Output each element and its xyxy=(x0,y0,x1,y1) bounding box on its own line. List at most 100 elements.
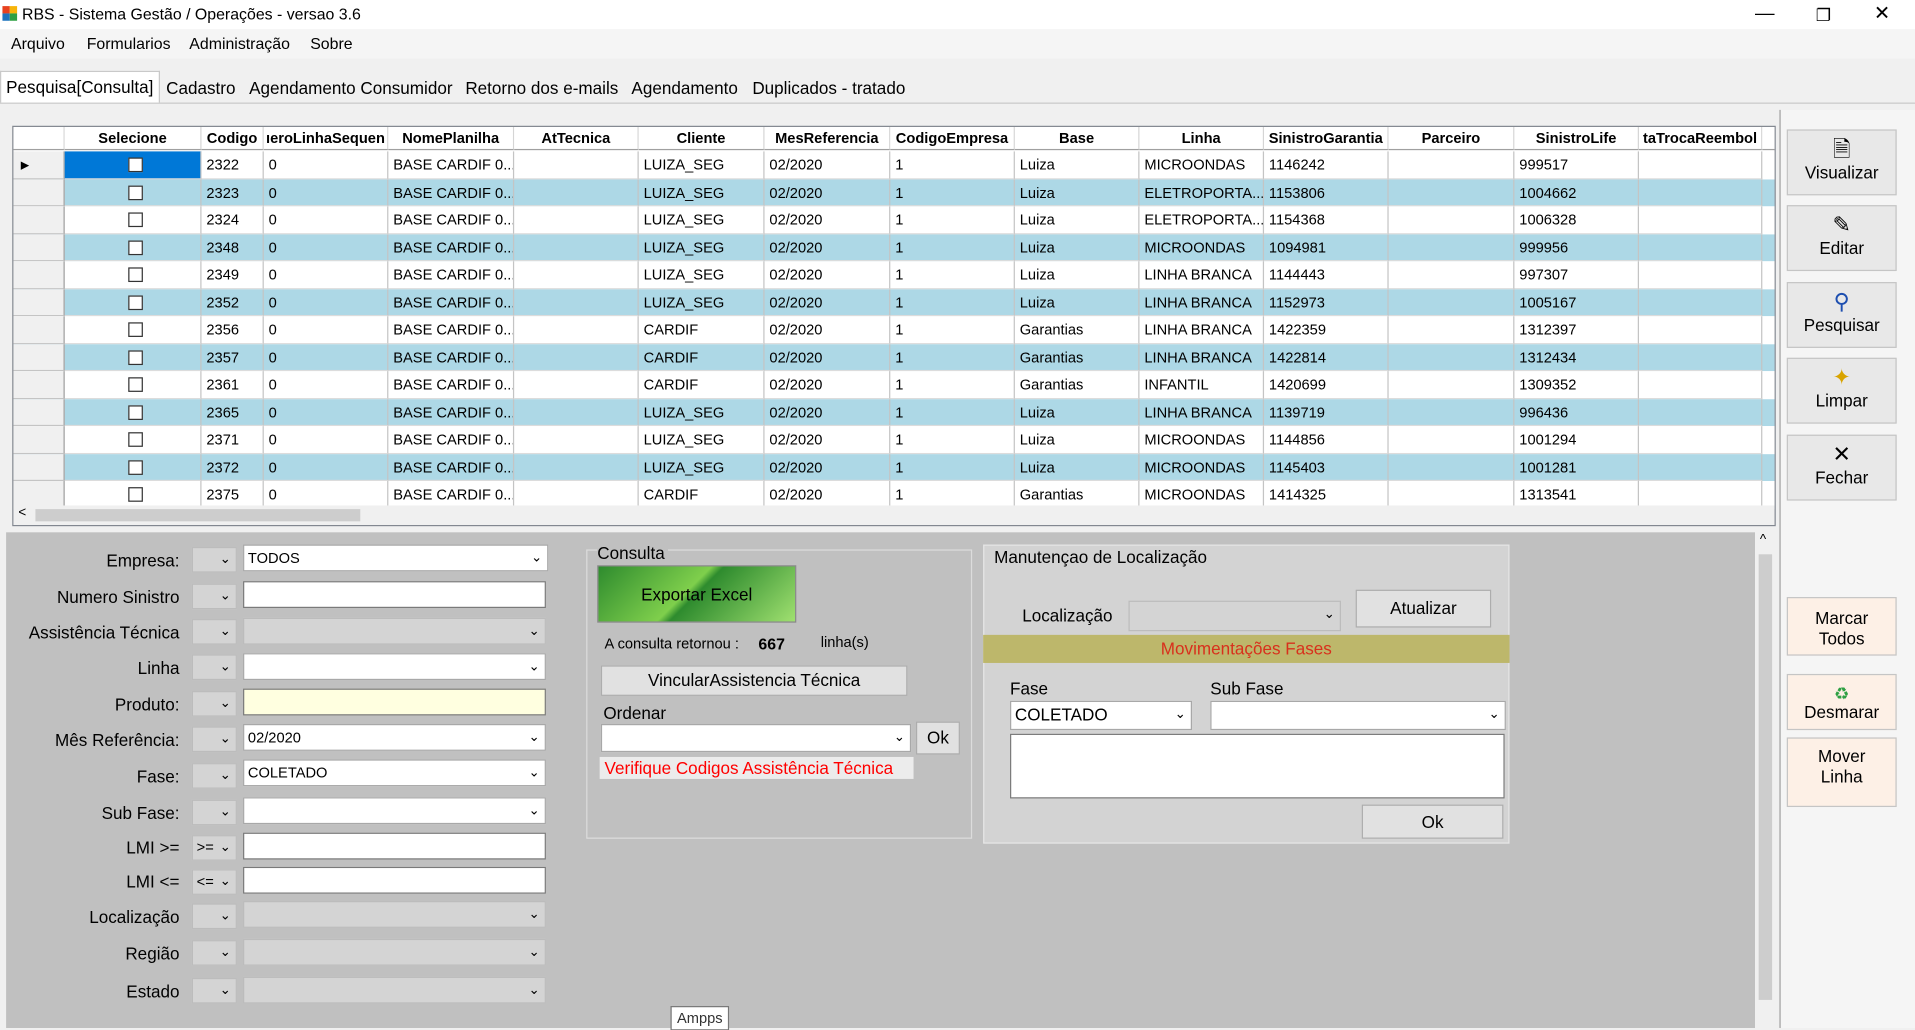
table-cell[interactable] xyxy=(514,343,639,372)
table-cell[interactable]: Luiza xyxy=(1014,261,1140,289)
table-cell[interactable] xyxy=(514,316,639,344)
table-cell[interactable]: 1313541 xyxy=(1514,481,1639,509)
table-cell[interactable]: 1312397 xyxy=(1514,316,1639,344)
column-header[interactable]: SinistroGarantia xyxy=(1264,126,1389,151)
table-row[interactable]: 2365 0 BASE CARDIF 0... LUIZA_SEG 02/2020 1 Lu… xyxy=(13,398,1775,427)
table-cell[interactable]: 2348 xyxy=(201,233,264,262)
table-cell[interactable]: Luiza xyxy=(1014,233,1140,262)
table-cell[interactable]: CARDIF xyxy=(638,343,765,372)
table-cell[interactable]: 1005167 xyxy=(1514,288,1639,317)
table-cell[interactable]: 1420699 xyxy=(1264,371,1389,399)
mover-linha-button[interactable]: Mover Linha xyxy=(1786,737,1897,808)
exportar-excel-button[interactable]: Exportar Excel xyxy=(597,565,797,623)
table-cell[interactable]: LINHA BRANCA xyxy=(1139,261,1265,289)
atualizar-button[interactable]: Atualizar xyxy=(1355,589,1492,628)
table-cell[interactable]: 2356 xyxy=(201,316,264,344)
row-checkbox[interactable] xyxy=(127,487,143,502)
table-cell[interactable]: LINHA BRANCA xyxy=(1139,398,1265,427)
table-cell[interactable]: Luiza xyxy=(1014,453,1140,482)
table-cell[interactable]: 02/2020 xyxy=(764,233,891,262)
row-checkbox[interactable] xyxy=(127,294,143,310)
localizacao-select[interactable]: ⌄ xyxy=(1128,600,1341,632)
table-cell[interactable]: CARDIF xyxy=(638,481,765,509)
table-cell[interactable]: 1422359 xyxy=(1264,316,1389,344)
assistencia-operator-select[interactable]: ⌄ xyxy=(191,618,237,645)
lmi-max-operator-select[interactable]: <= ⌄ xyxy=(191,869,237,895)
table-cell[interactable]: MICROONDAS xyxy=(1139,453,1265,482)
sub-fase-operator-select[interactable]: ⌄ xyxy=(191,799,237,826)
table-row[interactable]: 2356 0 BASE CARDIF 0... CARDIF 02/2020 1 Garan… xyxy=(13,316,1775,344)
localizacao-combo[interactable]: ⌄ xyxy=(243,901,546,928)
table-cell[interactable] xyxy=(1388,426,1515,454)
table-row[interactable]: 2357 0 BASE CARDIF 0... CARDIF 02/2020 1 Garan… xyxy=(13,343,1775,372)
column-header[interactable]: ıeroLinhaSequen xyxy=(263,126,389,151)
linha-combo[interactable]: ⌄ xyxy=(243,653,546,681)
table-cell[interactable]: 0 xyxy=(263,481,389,509)
lmi-min-operator-select[interactable]: >= ⌄ xyxy=(191,835,237,861)
table-cell[interactable]: 1001294 xyxy=(1514,426,1639,454)
table-cell[interactable]: 1 xyxy=(890,426,1015,454)
menu-administracao[interactable]: Administração xyxy=(189,34,290,52)
table-cell[interactable] xyxy=(514,481,639,509)
table-cell[interactable] xyxy=(514,426,639,454)
table-cell[interactable]: 2365 xyxy=(201,398,264,427)
table-cell[interactable]: 0 xyxy=(263,178,389,207)
column-header[interactable]: Parceiro xyxy=(1388,126,1515,151)
row-checkbox[interactable] xyxy=(127,157,143,173)
table-cell[interactable]: 0 xyxy=(263,426,389,454)
ordenar-combo[interactable]: ⌄ xyxy=(600,723,912,753)
column-header[interactable]: Linha xyxy=(1139,126,1265,151)
table-cell[interactable] xyxy=(1638,261,1763,289)
loc-subfase-select[interactable]: ⌄ xyxy=(1210,700,1506,731)
row-header[interactable] xyxy=(13,233,65,262)
table-cell[interactable]: 1 xyxy=(890,288,1015,317)
table-cell[interactable] xyxy=(1388,178,1515,207)
lmi-min-input[interactable] xyxy=(243,832,546,860)
table-cell[interactable]: 2322 xyxy=(201,151,264,179)
row-header[interactable] xyxy=(13,371,65,399)
table-cell[interactable] xyxy=(1638,343,1763,372)
table-cell[interactable]: 2361 xyxy=(201,371,264,399)
column-header[interactable]: Selecione xyxy=(64,126,202,151)
row-checkbox[interactable] xyxy=(127,404,143,420)
sub-fase-combo[interactable]: ⌄ xyxy=(243,797,546,825)
minimize-button[interactable]: — xyxy=(1735,0,1794,29)
table-cell[interactable] xyxy=(1638,178,1763,207)
horizontal-scrollbar[interactable]: < xyxy=(13,505,1775,525)
table-cell[interactable]: LUIZA_SEG xyxy=(638,453,765,482)
fase-combo[interactable]: COLETADO ⌄ xyxy=(243,759,546,787)
table-cell[interactable]: 1414325 xyxy=(1264,481,1389,509)
table-cell[interactable]: 1001281 xyxy=(1514,453,1639,482)
numero-sinistro-operator-select[interactable]: ⌄ xyxy=(191,583,237,610)
table-cell[interactable]: 0 xyxy=(263,233,389,262)
table-cell[interactable]: 02/2020 xyxy=(764,151,891,179)
row-header[interactable] xyxy=(13,453,65,482)
column-header[interactable]: MesReferencia xyxy=(764,126,891,151)
table-cell[interactable]: ELETROPORTA... xyxy=(1139,178,1265,207)
table-cell[interactable] xyxy=(514,371,639,399)
estado-operator-select[interactable]: ⌄ xyxy=(191,977,237,1004)
tab-duplicados[interactable]: Duplicados - tratado xyxy=(747,76,910,103)
table-cell[interactable]: LINHA BRANCA xyxy=(1139,288,1265,317)
mes-referencia-combo[interactable]: 02/2020 ⌄ xyxy=(243,723,546,751)
table-cell[interactable]: 2372 xyxy=(201,453,264,482)
table-cell[interactable] xyxy=(514,178,639,207)
marcar-todos-button[interactable]: Marcar Todos xyxy=(1786,597,1897,656)
table-cell[interactable]: 1144443 xyxy=(1264,261,1389,289)
table-cell[interactable] xyxy=(1638,233,1763,262)
table-row[interactable]: 2371 0 BASE CARDIF 0... LUIZA_SEG 02/2020 1 Lu… xyxy=(13,426,1775,454)
table-cell[interactable]: Garantias xyxy=(1014,481,1140,509)
table-cell[interactable] xyxy=(1388,206,1515,234)
table-cell[interactable]: 1309352 xyxy=(1514,371,1639,399)
table-cell[interactable] xyxy=(1388,371,1515,399)
table-cell[interactable]: 02/2020 xyxy=(764,453,891,482)
row-checkbox[interactable] xyxy=(127,349,143,365)
table-row[interactable]: 2352 0 BASE CARDIF 0... LUIZA_SEG 02/2020 1 Lu… xyxy=(13,288,1775,317)
table-cell[interactable]: 1422814 xyxy=(1264,343,1389,372)
table-row[interactable]: 2372 0 BASE CARDIF 0... LUIZA_SEG 02/2020 1 Lu… xyxy=(13,453,1775,482)
table-cell[interactable]: LUIZA_SEG xyxy=(638,233,765,262)
estado-combo[interactable]: ⌄ xyxy=(243,976,546,1004)
table-cell[interactable]: 1004662 xyxy=(1514,178,1639,207)
table-cell[interactable]: Luiza xyxy=(1014,426,1140,454)
results-grid[interactable]: Selecione Codigo ıeroLinhaSequen NomePlanil… xyxy=(12,125,1776,527)
